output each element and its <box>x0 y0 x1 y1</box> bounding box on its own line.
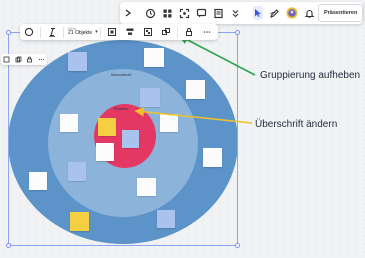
pen-icon[interactable] <box>269 6 280 20</box>
text-style-icon[interactable] <box>46 26 58 38</box>
object-count-label: 21 Objekte <box>68 30 93 37</box>
item-mini-toolbar <box>1 54 47 65</box>
select-cursor-icon[interactable] <box>253 6 263 20</box>
selection-toolbar: Mehr 21 Objekte ▾ <box>20 24 218 40</box>
ungroup-icon[interactable] <box>160 26 172 38</box>
grid-icon[interactable] <box>162 6 173 20</box>
change-heading-arrow <box>134 107 253 124</box>
top-toolbar: Präsentieren <box>120 2 364 24</box>
more-options-icon[interactable] <box>201 26 213 38</box>
user-avatar[interactable] <box>286 6 298 20</box>
chevron-right-icon[interactable] <box>123 6 133 20</box>
group-icon[interactable] <box>142 26 154 38</box>
comment-icon[interactable] <box>196 6 207 20</box>
divider <box>99 26 101 38</box>
frame-small-icon[interactable] <box>3 56 10 63</box>
present-button[interactable]: Präsentieren <box>318 4 364 22</box>
more-icon[interactable] <box>230 6 241 20</box>
divider <box>176 26 178 38</box>
divider <box>40 26 41 38</box>
timer-icon[interactable] <box>145 6 156 20</box>
align-icon[interactable] <box>124 26 136 38</box>
focus-icon[interactable] <box>179 6 190 20</box>
annotation-ungroup: Gruppierung aufheben <box>260 70 361 81</box>
notes-icon[interactable] <box>213 6 224 20</box>
lock-icon[interactable] <box>183 26 195 38</box>
ungroup-arrow <box>178 35 256 76</box>
copy-icon[interactable] <box>15 56 22 63</box>
divider <box>63 26 64 38</box>
chevron-down-icon[interactable]: ▾ <box>95 29 98 35</box>
frame-icon[interactable] <box>106 26 118 38</box>
lock-small-icon[interactable] <box>26 56 33 63</box>
more-small-icon[interactable] <box>38 56 45 63</box>
object-count[interactable]: Mehr 21 Objekte <box>68 27 93 37</box>
bell-icon[interactable] <box>304 6 315 20</box>
annotation-change-heading: Überschrift ändern <box>255 119 338 130</box>
shape-circle-icon[interactable] <box>23 26 35 38</box>
